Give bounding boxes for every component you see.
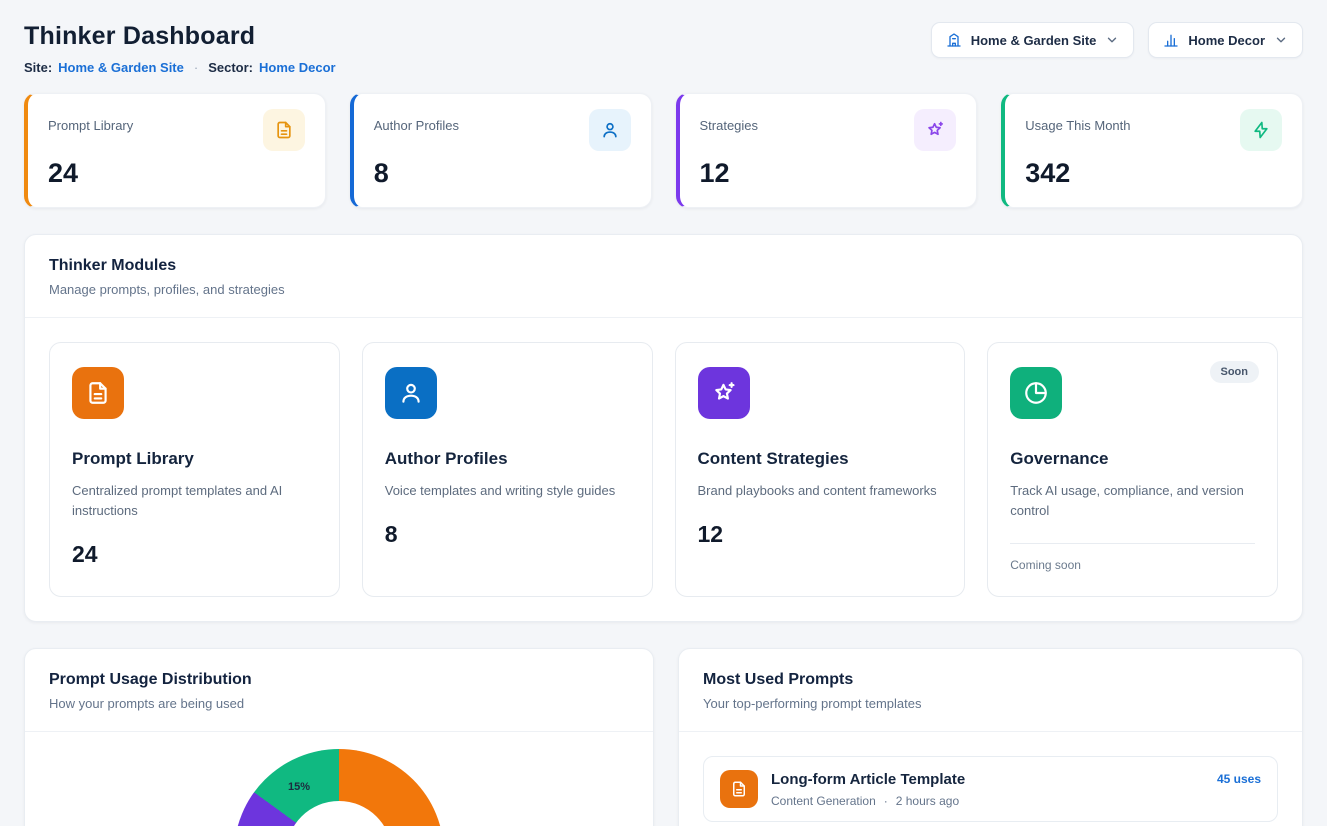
- stat-label: Strategies: [700, 109, 759, 133]
- module-card-content-strategies[interactable]: Content Strategies Brand playbooks and c…: [675, 342, 966, 597]
- sparkle-icon: [698, 367, 750, 419]
- most-used-prompts-card: Most Used Prompts Your top-performing pr…: [678, 648, 1303, 826]
- prompt-meta: Content Generation · 2 hours ago: [771, 794, 965, 808]
- prompt-title: Long-form Article Template: [771, 771, 965, 788]
- site-selector-dropdown[interactable]: Home & Garden Site: [931, 22, 1135, 58]
- modules-title: Thinker Modules: [49, 257, 1278, 275]
- bar-chart-icon: [1163, 32, 1179, 48]
- module-title: Content Strategies: [698, 449, 943, 469]
- module-count: 24: [72, 541, 317, 568]
- stat-label: Usage This Month: [1025, 109, 1130, 133]
- document-icon: [263, 109, 305, 151]
- usage-title: Prompt Usage Distribution: [49, 671, 629, 689]
- prompt-usage-card: Prompt Usage Distribution How your promp…: [24, 648, 654, 826]
- coming-soon-text: Coming soon: [1010, 558, 1255, 572]
- prompt-time: 2 hours ago: [896, 794, 959, 808]
- module-description: Voice templates and writing style guides: [385, 481, 630, 501]
- building-icon: [946, 32, 962, 48]
- usage-donut-chart: 15%: [234, 749, 444, 826]
- module-card-prompt-library[interactable]: Prompt Library Centralized prompt templa…: [49, 342, 340, 597]
- most-used-header: Most Used Prompts Your top-performing pr…: [679, 649, 1302, 731]
- stat-card-author-profiles: Author Profiles 8: [350, 93, 652, 208]
- module-grid: Prompt Library Centralized prompt templa…: [25, 318, 1302, 621]
- stat-value: 342: [1025, 158, 1282, 189]
- stat-card-usage: Usage This Month 342: [1001, 93, 1303, 208]
- module-count: 12: [698, 521, 943, 548]
- bottom-row: Prompt Usage Distribution How your promp…: [24, 648, 1303, 826]
- stat-value: 12: [700, 158, 957, 189]
- usage-header: Prompt Usage Distribution How your promp…: [25, 649, 653, 731]
- stat-value: 24: [48, 158, 305, 189]
- header-controls: Home & Garden Site Home Decor: [931, 22, 1303, 58]
- usage-chart-area: 15%: [25, 732, 653, 826]
- sector-label: Sector:: [208, 60, 253, 75]
- site-label: Site:: [24, 60, 52, 75]
- list-item-long-form-article[interactable]: Long-form Article Template Content Gener…: [703, 756, 1278, 822]
- uses-count: 45 uses: [1217, 772, 1261, 786]
- stat-value: 8: [374, 158, 631, 189]
- prompt-list: Long-form Article Template Content Gener…: [679, 732, 1302, 826]
- modules-header: Thinker Modules Manage prompts, profiles…: [25, 235, 1302, 317]
- chevron-down-icon: [1105, 33, 1119, 47]
- modules-subtitle: Manage prompts, profiles, and strategies: [49, 282, 1278, 297]
- module-title: Author Profiles: [385, 449, 630, 469]
- user-icon: [385, 367, 437, 419]
- most-used-title: Most Used Prompts: [703, 671, 1278, 689]
- stats-row: Prompt Library 24 Author Profiles 8 Stra…: [24, 93, 1303, 208]
- donut-slice-label: 15%: [282, 781, 316, 793]
- user-icon: [589, 109, 631, 151]
- page-header: Thinker Dashboard Site: Home & Garden Si…: [24, 22, 1303, 75]
- module-title: Prompt Library: [72, 449, 317, 469]
- document-icon: [72, 367, 124, 419]
- module-description: Track AI usage, compliance, and version …: [1010, 481, 1255, 521]
- document-icon: [720, 770, 758, 808]
- sector-link[interactable]: Home Decor: [259, 60, 336, 75]
- most-used-subtitle: Your top-performing prompt templates: [703, 696, 1278, 711]
- module-title: Governance: [1010, 449, 1255, 469]
- page-title: Thinker Dashboard: [24, 22, 336, 51]
- item-text: Long-form Article Template Content Gener…: [771, 771, 965, 808]
- soon-badge: Soon: [1210, 361, 1260, 383]
- sector-selector-dropdown[interactable]: Home Decor: [1148, 22, 1303, 58]
- site-sector-line: Site: Home & Garden Site · Sector: Home …: [24, 60, 336, 75]
- stat-card-prompt-library: Prompt Library 24: [24, 93, 326, 208]
- module-description: Brand playbooks and content frameworks: [698, 481, 943, 501]
- stat-label: Author Profiles: [374, 109, 459, 133]
- pie-chart-icon: [1010, 367, 1062, 419]
- stat-card-strategies: Strategies 12: [676, 93, 978, 208]
- header-left: Thinker Dashboard Site: Home & Garden Si…: [24, 22, 336, 75]
- module-description: Centralized prompt templates and AI inst…: [72, 481, 317, 521]
- sector-selector-label: Home Decor: [1188, 33, 1265, 48]
- chevron-down-icon: [1274, 33, 1288, 47]
- module-card-governance[interactable]: Soon Governance Track AI usage, complian…: [987, 342, 1278, 597]
- module-card-author-profiles[interactable]: Author Profiles Voice templates and writ…: [362, 342, 653, 597]
- divider: [1010, 543, 1255, 544]
- site-link[interactable]: Home & Garden Site: [58, 60, 184, 75]
- prompt-category: Content Generation: [771, 794, 876, 808]
- lightning-icon: [1240, 109, 1282, 151]
- dashboard-page: Thinker Dashboard Site: Home & Garden Si…: [0, 0, 1327, 826]
- sparkle-icon: [914, 109, 956, 151]
- separator-dot: ·: [194, 60, 198, 75]
- module-count: 8: [385, 521, 630, 548]
- thinker-modules-section: Thinker Modules Manage prompts, profiles…: [24, 234, 1303, 622]
- stat-label: Prompt Library: [48, 109, 133, 133]
- site-selector-label: Home & Garden Site: [971, 33, 1097, 48]
- usage-subtitle: How your prompts are being used: [49, 696, 629, 711]
- separator-dot: ·: [884, 794, 888, 808]
